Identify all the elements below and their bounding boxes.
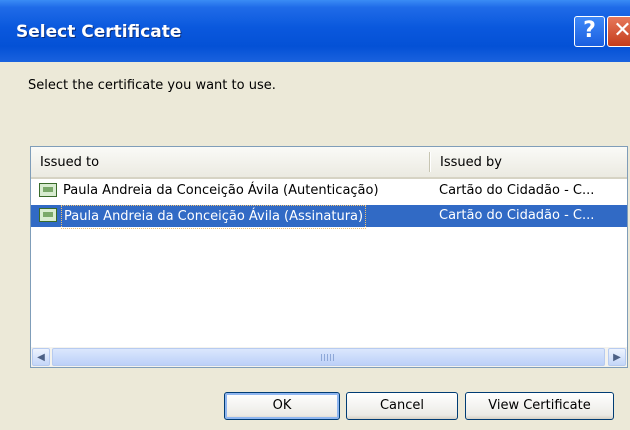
- certificate-icon: [39, 208, 57, 222]
- certificate-list[interactable]: Issued to Issued by Paula Andreia da Con…: [30, 146, 628, 368]
- instruction-text: Select the certificate you want to use.: [28, 78, 276, 93]
- window-title: Select Certificate: [16, 22, 182, 42]
- close-button[interactable]: ✕: [607, 16, 630, 47]
- grip-icon: [321, 354, 335, 361]
- help-button[interactable]: ?: [574, 16, 605, 47]
- issued-by-cell: Cartão do Cidadão - C...: [439, 183, 595, 198]
- horizontal-scrollbar[interactable]: ◀ ▶: [31, 347, 627, 367]
- issued-by-cell: Cartão do Cidadão - C...: [439, 208, 595, 223]
- scrollbar-thumb[interactable]: [52, 348, 605, 366]
- scroll-right-icon[interactable]: ▶: [608, 348, 626, 366]
- certificate-row[interactable]: Paula Andreia da Conceição Ávila (Autent…: [31, 180, 627, 202]
- column-header-issued-by[interactable]: Issued by: [431, 147, 627, 177]
- issued-to-cell: Paula Andreia da Conceição Ávila (Autent…: [63, 183, 379, 198]
- column-header-issued-to[interactable]: Issued to: [31, 147, 428, 177]
- view-certificate-button[interactable]: View Certificate: [465, 392, 614, 420]
- list-header: Issued to Issued by: [31, 147, 627, 179]
- title-bar[interactable]: Select Certificate ? ✕: [0, 0, 630, 62]
- scroll-left-icon[interactable]: ◀: [32, 348, 50, 366]
- certificate-icon: [39, 183, 57, 197]
- certificate-row-selected[interactable]: Paula Andreia da Conceição Ávila (Assina…: [31, 205, 627, 229]
- cancel-button[interactable]: Cancel: [346, 392, 458, 420]
- issued-to-cell: Paula Andreia da Conceição Ávila (Assina…: [61, 205, 367, 229]
- ok-button[interactable]: OK: [224, 392, 340, 420]
